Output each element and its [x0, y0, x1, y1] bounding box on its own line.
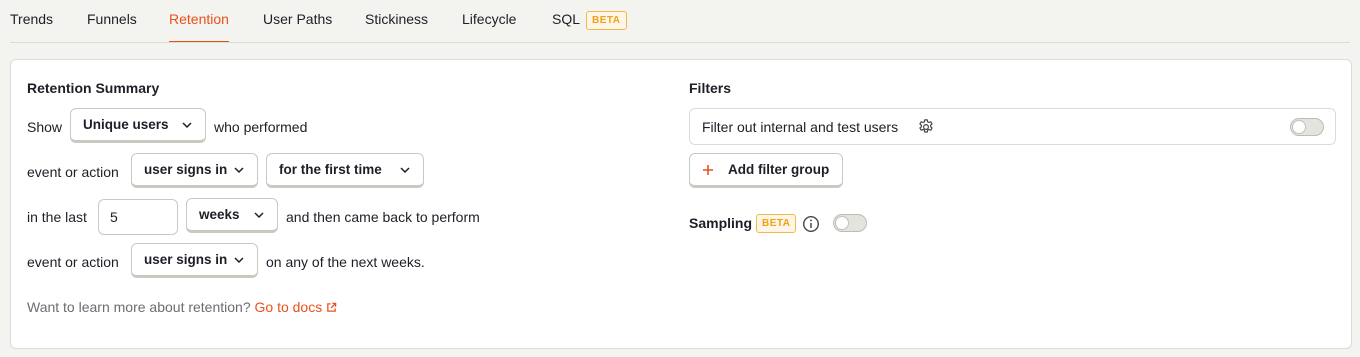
tab-sql[interactable]: SQL BETA — [552, 0, 627, 43]
occurrence-select[interactable]: for the first time — [266, 153, 424, 188]
internal-users-label: Filter out internal and test users — [702, 119, 899, 135]
chevron-down-icon — [182, 122, 192, 129]
period-unit-value: weeks — [199, 207, 240, 222]
sampling-label: Sampling — [689, 215, 753, 231]
internal-users-filter: Filter out internal and test users — [689, 108, 1336, 145]
tab-retention[interactable]: Retention — [169, 0, 229, 43]
tab-lifecycle[interactable]: Lifecycle — [462, 0, 516, 43]
aggregation-select-value: Unique users — [83, 117, 169, 132]
gear-icon[interactable] — [917, 118, 935, 136]
sampling-beta-badge: BETA — [756, 214, 797, 233]
came-back-label: and then came back to perform — [286, 209, 480, 225]
plus-icon — [703, 165, 713, 175]
tabs-divider — [10, 42, 1350, 43]
chevron-down-icon — [234, 167, 244, 174]
add-filter-group-button[interactable]: Add filter group — [689, 153, 843, 188]
chevron-down-icon — [234, 257, 244, 264]
tab-user-paths[interactable]: User Paths — [263, 0, 332, 43]
internal-users-toggle[interactable] — [1290, 118, 1324, 136]
docs-hint-text: Want to learn more about retention? — [27, 299, 251, 315]
target-event-select[interactable]: user signs in — [131, 153, 258, 188]
retention-settings-panel: Retention Summary Show Unique users who … — [10, 59, 1352, 349]
docs-hint: Want to learn more about retention? Go t… — [27, 297, 337, 317]
toggle-knob — [1292, 120, 1306, 134]
target-event-value: user signs in — [144, 162, 228, 177]
retention-summary-title: Retention Summary — [27, 80, 160, 96]
chevron-down-icon — [400, 167, 410, 174]
event-or-action-label: event or action — [27, 164, 119, 180]
occurrence-value: for the first time — [279, 162, 382, 177]
beta-badge: BETA — [586, 11, 627, 30]
tab-funnels[interactable]: Funnels — [87, 0, 137, 43]
go-to-docs-label: Go to docs — [254, 299, 323, 315]
show-label: Show — [27, 119, 63, 135]
go-to-docs-link[interactable]: Go to docs — [255, 299, 338, 315]
info-icon[interactable] — [802, 215, 820, 233]
returning-event-value: user signs in — [144, 252, 228, 267]
tab-stickiness[interactable]: Stickiness — [365, 0, 428, 43]
period-count-input[interactable]: 5 — [98, 199, 178, 235]
next-weeks-label: on any of the next weeks. — [266, 254, 425, 270]
returning-event-select[interactable]: user signs in — [131, 243, 258, 278]
period-unit-select[interactable]: weeks — [186, 198, 278, 233]
event-or-action-label-2: event or action — [27, 254, 119, 270]
in-the-last-label: in the last — [27, 209, 87, 225]
aggregation-select[interactable]: Unique users — [70, 108, 206, 143]
filters-title: Filters — [689, 80, 732, 96]
insight-tabs: Trends Funnels Retention User Paths Stic… — [0, 0, 1360, 43]
tab-sql-label: SQL — [552, 11, 581, 27]
who-performed-label: who performed — [214, 119, 308, 135]
sampling-toggle[interactable] — [833, 214, 867, 232]
external-link-icon — [327, 302, 337, 312]
tab-trends[interactable]: Trends — [10, 0, 53, 43]
toggle-knob — [835, 216, 849, 230]
chevron-down-icon — [254, 212, 264, 219]
add-filter-group-label: Add filter group — [728, 162, 830, 177]
